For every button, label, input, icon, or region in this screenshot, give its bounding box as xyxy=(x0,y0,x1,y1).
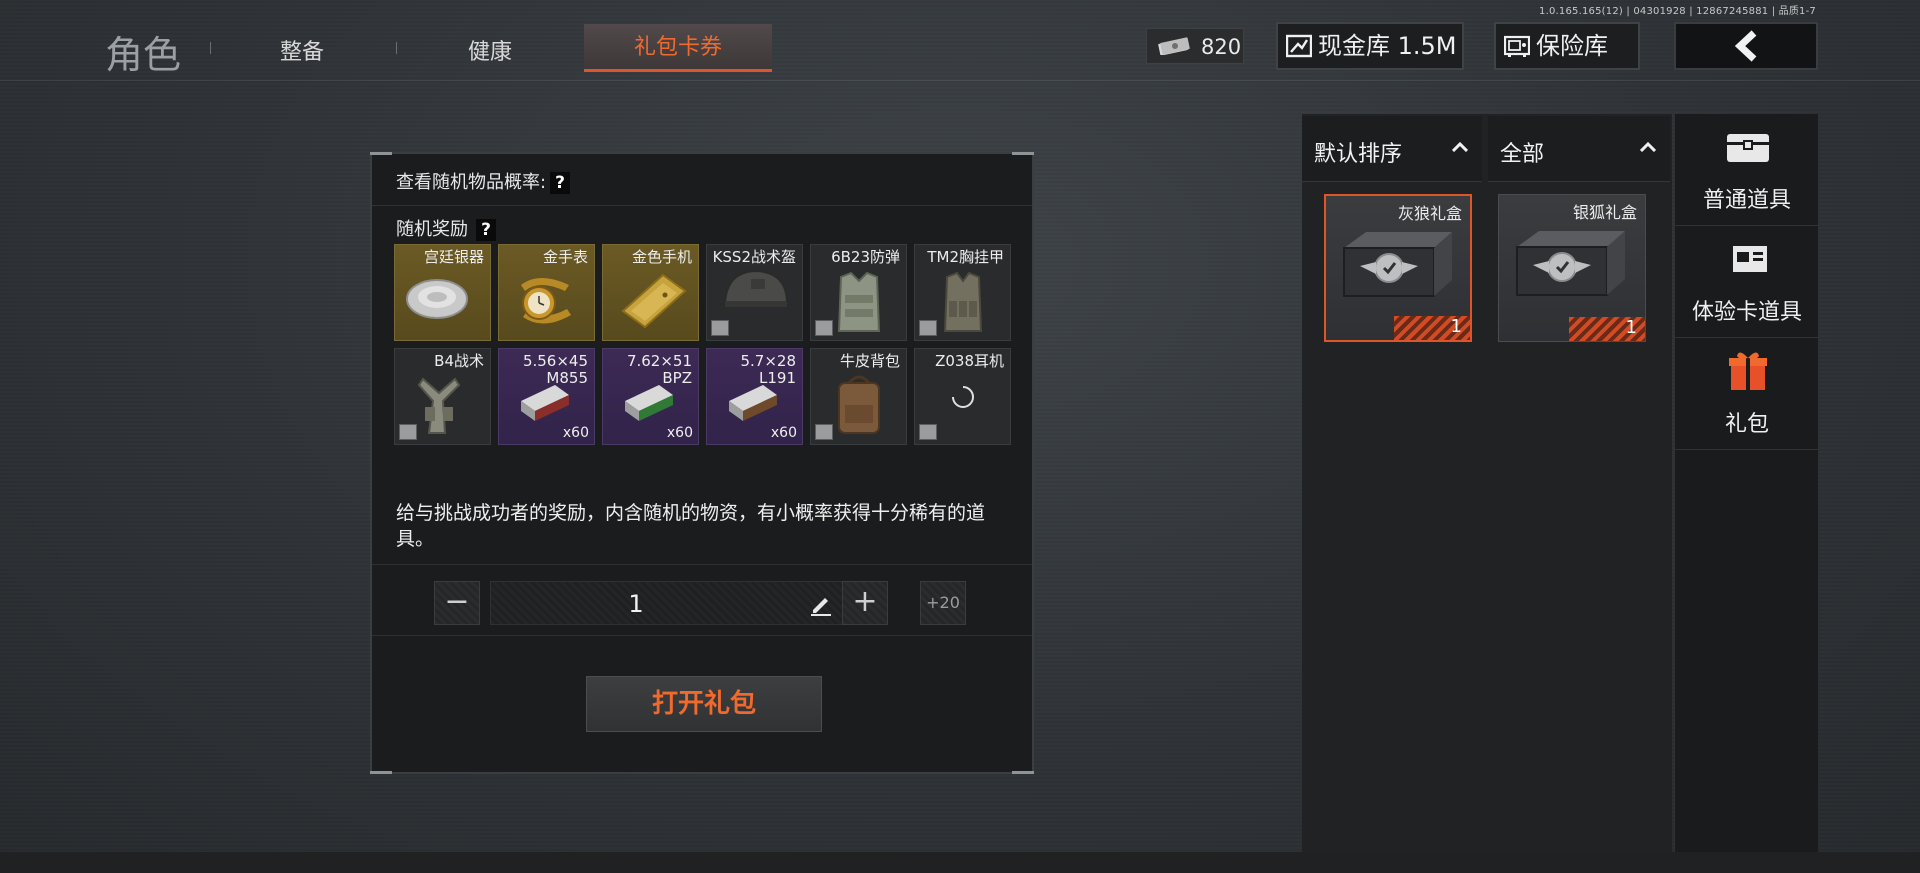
safe-button[interactable]: 保险库 xyxy=(1494,22,1640,70)
panel-corner xyxy=(370,771,392,774)
chevron-up-icon xyxy=(1640,142,1656,152)
item-name: TM2胸挂甲 xyxy=(927,248,1004,266)
panel-corner xyxy=(1012,771,1034,774)
sidebar-item-gift-packs[interactable]: 礼包 xyxy=(1675,338,1819,450)
back-button[interactable] xyxy=(1674,22,1818,70)
gift-card-grey-wolf[interactable]: 灰狼礼盒 1 xyxy=(1324,194,1472,342)
tab-health[interactable]: 健康 xyxy=(468,34,512,66)
item-tag-icon xyxy=(399,424,417,440)
plus-twenty-button[interactable]: +20 xyxy=(920,581,966,625)
help-icon[interactable]: ? xyxy=(550,172,571,194)
gift-name: 灰狼礼盒 xyxy=(1397,204,1462,223)
quantity-selector: − 1 + +20 xyxy=(372,564,1032,636)
bottom-bar xyxy=(0,852,1920,873)
nav-divider xyxy=(0,80,1920,81)
filter-label: 全部 xyxy=(1500,142,1545,167)
sidebar-item-label: 体验卡道具 xyxy=(1691,300,1802,325)
item-name: 金手表 xyxy=(542,248,588,266)
item-quantity: x60 xyxy=(562,425,589,441)
page-title[interactable]: 角色 xyxy=(105,24,181,79)
item-name: 牛皮背包 xyxy=(839,352,900,370)
open-gift-button[interactable]: 打开礼包 xyxy=(586,676,822,732)
item-tag-icon xyxy=(919,320,937,336)
reward-item[interactable]: 金色手机 xyxy=(602,244,699,341)
back-arrow-icon xyxy=(1734,30,1757,62)
item-name: Z038耳机 xyxy=(935,352,1004,370)
category-sidebar: 普通道具 体验卡道具 礼包 xyxy=(1674,114,1819,852)
item-name: 6B23防弹 xyxy=(831,248,900,266)
item-name: 7.62×51 BPZ xyxy=(626,352,692,387)
reward-item[interactable]: KSS2战术盔 xyxy=(706,244,803,341)
cash-display: 820 xyxy=(1146,28,1244,64)
tab-equipment[interactable]: 整备 xyxy=(280,34,324,66)
reward-item[interactable]: B4战术 xyxy=(394,348,491,445)
item-name: 宫廷银器 xyxy=(423,248,484,266)
reward-item[interactable]: 金手表 xyxy=(498,244,595,341)
top-nav: 角色 整备 健康 礼包卡券 820 现金库 1.5M 保险库 xyxy=(0,0,1920,90)
gift-quantity-badge: 1 xyxy=(1394,316,1470,340)
gift-quantity: 1 xyxy=(1450,316,1462,337)
item-name: 5.7×28 L191 xyxy=(740,352,796,387)
chevron-up-icon xyxy=(1452,142,1468,152)
reward-item[interactable]: 7.62×51 BPZ x60 xyxy=(602,348,699,445)
edit-icon[interactable] xyxy=(809,592,833,616)
gift-inventory-panel: 默认排序 全部 灰狼礼盒 1 银狐礼盒 1 xyxy=(1302,114,1672,852)
help-icon[interactable]: ? xyxy=(476,219,496,241)
random-reward-text: 随机奖励 xyxy=(396,219,468,240)
reward-item[interactable]: 5.56×45 M855 x60 xyxy=(498,348,595,445)
item-quantity: x60 xyxy=(770,425,797,441)
probability-text: 查看随机物品概率: xyxy=(396,172,547,193)
cash-icon xyxy=(1158,37,1190,55)
reward-item[interactable]: Z038耳机 xyxy=(914,348,1011,445)
gift-icon xyxy=(1729,352,1767,390)
cash-vault-button[interactable]: 现金库 1.5M xyxy=(1276,22,1464,70)
filter-dropdown[interactable]: 全部 xyxy=(1488,116,1670,182)
item-name: B4战术 xyxy=(434,352,484,370)
gift-name: 银狐礼盒 xyxy=(1572,203,1637,222)
tab-gift-coupons[interactable]: 礼包卡券 xyxy=(584,24,772,72)
sidebar-item-label: 礼包 xyxy=(1724,412,1769,437)
cash-vault-label: 现金库 1.5M xyxy=(1318,32,1457,60)
nav-separator xyxy=(210,42,211,54)
gift-card-silver-fox[interactable]: 银狐礼盒 1 xyxy=(1498,194,1646,342)
sidebar-item-label: 普通道具 xyxy=(1702,188,1791,213)
reward-item[interactable]: TM2胸挂甲 xyxy=(914,244,1011,341)
card-icon xyxy=(1733,246,1767,272)
safe-label: 保险库 xyxy=(1536,32,1608,60)
random-reward-label: 随机奖励? xyxy=(396,215,496,241)
increase-button[interactable]: + xyxy=(842,581,888,625)
reward-item[interactable]: 宫廷银器 xyxy=(394,244,491,341)
nav-separator xyxy=(396,42,397,54)
item-tag-icon xyxy=(919,424,937,440)
gift-quantity-badge: 1 xyxy=(1569,317,1645,341)
sidebar-item-trial-cards[interactable]: 体验卡道具 xyxy=(1675,226,1819,338)
cash-value: 820 xyxy=(1201,35,1242,59)
quantity-input[interactable]: 1 xyxy=(490,581,848,625)
sidebar-item-normal-items[interactable]: 普通道具 xyxy=(1675,114,1819,226)
item-quantity: x60 xyxy=(666,425,693,441)
probability-label: 查看随机物品概率:? xyxy=(396,168,571,194)
item-name: KSS2战术盔 xyxy=(712,248,796,266)
sort-order-dropdown[interactable]: 默认排序 xyxy=(1302,116,1482,182)
item-tag-icon xyxy=(815,320,833,336)
probability-row[interactable]: 查看随机物品概率:? xyxy=(372,154,1032,206)
item-tag-icon xyxy=(815,424,833,440)
vault-icon xyxy=(1286,34,1312,58)
reward-item[interactable]: 牛皮背包 xyxy=(810,348,907,445)
quantity-value: 1 xyxy=(628,590,644,618)
gift-quantity: 1 xyxy=(1625,317,1637,338)
chest-icon xyxy=(1727,134,1769,162)
sort-order-label: 默认排序 xyxy=(1314,142,1403,167)
safe-icon xyxy=(1504,35,1530,57)
item-tag-icon xyxy=(711,320,729,336)
reward-item[interactable]: 5.7×28 L191 x60 xyxy=(706,348,803,445)
gift-detail-panel: 查看随机物品概率:? 随机奖励? 宫廷银器 金手表 金色手机 KSS2战术盔 6… xyxy=(370,152,1034,774)
item-name: 5.56×45 M855 xyxy=(522,352,588,387)
gift-description: 给与挑战成功者的奖励，内含随机的物资，有小概率获得十分稀有的道具。 xyxy=(396,502,986,550)
decrease-button[interactable]: − xyxy=(434,581,480,625)
reward-item[interactable]: 6B23防弹 xyxy=(810,244,907,341)
item-name: 金色手机 xyxy=(631,248,692,266)
